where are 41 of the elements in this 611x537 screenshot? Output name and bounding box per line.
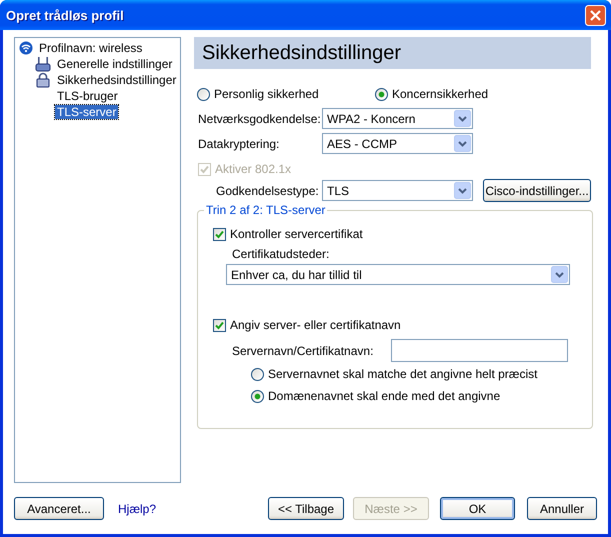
- input-field[interactable]: [391, 339, 568, 362]
- lock-icon: [35, 72, 51, 88]
- advanced-button[interactable]: Avanceret...: [14, 497, 104, 520]
- checkbox-label: Angiv server- eller certifikatnavn: [230, 318, 401, 332]
- field-label: Netværksgodkendelse:: [198, 112, 322, 126]
- tree-item[interactable]: Profilnavn: wireless: [37, 41, 144, 55]
- radio-label: Servernavnet skal matche det angivne helt præcist: [268, 367, 538, 381]
- tree-item[interactable]: Generelle indstillinger: [55, 57, 174, 71]
- checkbox-label: Kontroller servercertifikat: [230, 227, 363, 241]
- radio-label: Koncernsikkerhed: [392, 87, 488, 101]
- close-button[interactable]: [585, 4, 606, 26]
- tree-item[interactable]: Sikkerhedsindstillinger: [55, 73, 178, 87]
- radio-button[interactable]: [251, 390, 264, 402]
- dropdown[interactable]: TLS: [322, 180, 473, 201]
- field-label: Certifikatudsteder:: [232, 247, 330, 261]
- dropdown[interactable]: Enhver ca, du har tillid til: [226, 264, 570, 285]
- dropdown[interactable]: WPA2 - Koncern: [322, 108, 473, 129]
- help-link[interactable]: Hjælp?: [118, 502, 156, 516]
- nav-button[interactable]: Annuller: [527, 497, 597, 520]
- nav-button[interactable]: << Tilbage: [268, 497, 344, 520]
- checkbox[interactable]: [213, 228, 226, 240]
- window-title: Opret trådløs profil: [6, 8, 124, 22]
- group-title: Trin 2 af 2: TLS-server: [204, 203, 328, 217]
- cisco-settings-button[interactable]: Cisco-indstillinger...: [483, 179, 591, 202]
- checkbox-label: Aktiver 802.1x: [215, 162, 292, 176]
- wifi-icon: [19, 41, 33, 55]
- radio-label: Personlig sikkerhed: [214, 87, 319, 101]
- field-label: Godkendelsestype:: [215, 184, 320, 198]
- radio-button[interactable]: [251, 368, 264, 380]
- section-header: Sikkerhedsindstillinger: [194, 37, 591, 69]
- checkbox[interactable]: [213, 318, 226, 332]
- router-icon: [35, 56, 51, 72]
- radio-button[interactable]: [197, 88, 210, 100]
- radio-label: Domænenavnet skal ende med det angivne: [268, 389, 500, 403]
- field-label: Datakryptering:: [198, 136, 280, 150]
- radio-button[interactable]: [375, 88, 388, 100]
- tree-item[interactable]: TLS-server: [55, 105, 118, 119]
- nav-button[interactable]: OK: [440, 497, 515, 520]
- tree-item[interactable]: TLS-bruger: [55, 89, 120, 103]
- dropdown[interactable]: AES - CCMP: [322, 133, 473, 154]
- field-label: Servernavn/Certifikatnavn:: [232, 344, 374, 358]
